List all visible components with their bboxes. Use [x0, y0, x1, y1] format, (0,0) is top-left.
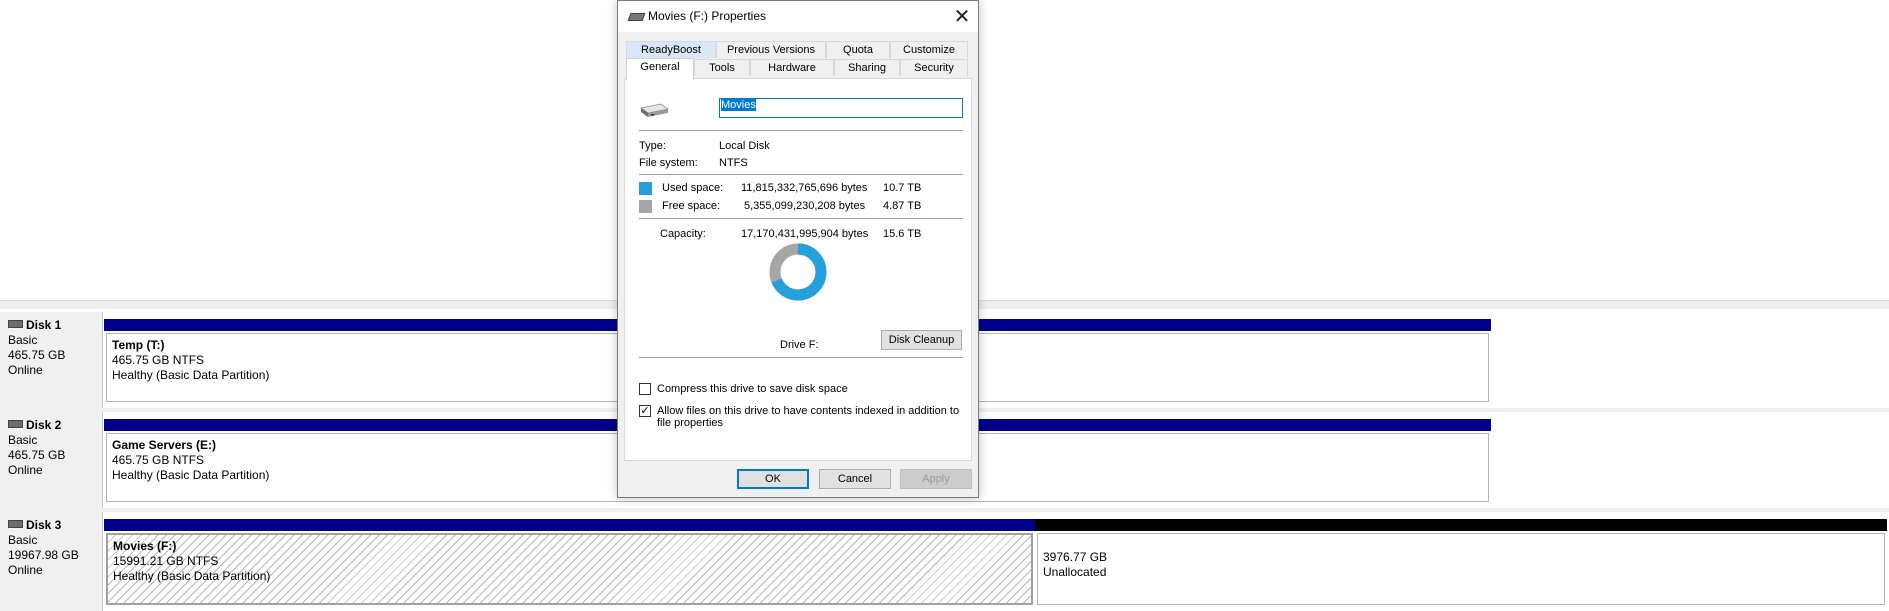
disk-icon [8, 419, 23, 428]
disk-label-1[interactable]: Disk 1 Basic 465.75 GB Online [0, 312, 103, 408]
apply-button[interactable]: Apply [900, 469, 972, 489]
used-space-size: 10.7 TB [883, 182, 922, 194]
disk-size: 465.75 GB [8, 448, 66, 462]
disk-type: Basic [8, 533, 38, 547]
dialog-titlebar[interactable]: Movies (F:) Properties ✕ [618, 1, 978, 32]
partition-title: Movies (F:) [113, 539, 177, 553]
local-disk-icon [640, 103, 669, 117]
disk-status: Online [8, 463, 43, 477]
cancel-button[interactable]: Cancel [819, 469, 891, 489]
properties-dialog: Movies (F:) Properties ✕ ReadyBoost Prev… [617, 0, 979, 498]
partition-movies[interactable]: Movies (F:) 15991.21 GB NTFS Healthy (Ba… [104, 519, 1035, 608]
tab-tools[interactable]: Tools [694, 59, 750, 76]
used-space-bytes: 11,815,332,765,696 bytes [741, 182, 868, 194]
disk-type: Basic [8, 333, 38, 347]
unallocated-size: 3976.77 GB [1043, 550, 1108, 564]
index-label-line-2: file properties [657, 417, 724, 429]
capacity-size: 15.6 TB [883, 228, 922, 240]
divider [639, 130, 963, 131]
filesystem-label: File system: [639, 157, 698, 169]
unallocated-body: 3976.77 GB Unallocated [1037, 533, 1885, 605]
partition-bar [104, 519, 1035, 531]
tab-previous-versions[interactable]: Previous Versions [716, 41, 826, 58]
index-label: Allow files on this drive to have conten… [657, 405, 959, 429]
tab-readyboost[interactable]: ReadyBoost [626, 41, 716, 58]
capacity-label: Capacity: [660, 228, 706, 240]
index-checkbox[interactable]: ✓ [639, 405, 651, 417]
disk-status: Online [8, 563, 43, 577]
tab-hardware[interactable]: Hardware [750, 59, 834, 76]
tab-customize[interactable]: Customize [890, 41, 968, 58]
drive-icon [627, 13, 646, 21]
compress-label: Compress this drive to save disk space [657, 383, 848, 395]
disk-status: Online [8, 363, 43, 377]
tab-security[interactable]: Security [900, 59, 968, 76]
disk-name: Disk 1 [26, 318, 62, 332]
disk-name: Disk 2 [26, 418, 62, 432]
filesystem-value: NTFS [719, 157, 748, 169]
unallocated-bar [1035, 519, 1887, 531]
disk-cleanup-button[interactable]: Disk Cleanup [881, 330, 962, 350]
disk-row-3: Disk 3 Basic 19967.98 GB Online Movies (… [0, 512, 1889, 611]
unallocated-label: Unallocated [1043, 565, 1107, 579]
type-label: Type: [639, 140, 666, 152]
usage-donut-chart [769, 243, 827, 301]
partition-health: Healthy (Basic Data Partition) [113, 569, 271, 583]
partition-size: 15991.21 GB NTFS [113, 554, 219, 568]
tab-sharing[interactable]: Sharing [834, 59, 900, 76]
dialog-title: Movies (F:) Properties [648, 9, 767, 23]
free-space-size: 4.87 TB [883, 200, 922, 212]
used-space-swatch [639, 182, 652, 195]
index-label-line-1: Allow files on this drive to have conten… [657, 405, 960, 417]
disk-name: Disk 3 [26, 518, 62, 532]
unallocated-space[interactable]: 3976.77 GB Unallocated [1035, 519, 1887, 608]
general-panel: Movies Type: Local Disk File system: NTF… [624, 78, 972, 461]
capacity-bytes: 17,170,431,995,904 bytes [741, 228, 869, 240]
disk-icon [8, 519, 23, 528]
divider [639, 174, 963, 175]
drive-label: Drive F: [780, 339, 819, 351]
checkmark-icon: ✓ [640, 405, 650, 417]
close-icon[interactable]: ✕ [946, 1, 978, 32]
divider [639, 357, 963, 358]
disk-size: 19967.98 GB [8, 548, 79, 562]
free-space-bytes: 5,355,099,230,208 bytes [744, 200, 866, 212]
tab-quota[interactable]: Quota [826, 41, 890, 58]
ok-button[interactable]: OK [737, 469, 809, 489]
volume-name-text: Movies [721, 99, 756, 111]
disk-icon [8, 319, 23, 328]
used-space-label: Used space: [662, 182, 724, 194]
divider [639, 218, 963, 219]
tab-general[interactable]: General [626, 58, 694, 80]
free-space-swatch [639, 200, 652, 213]
partition-body-selected: Movies (F:) 15991.21 GB NTFS Healthy (Ba… [106, 533, 1033, 605]
disk-label-2[interactable]: Disk 2 Basic 465.75 GB Online [0, 412, 103, 508]
free-space-label: Free space: [662, 200, 721, 212]
type-value: Local Disk [719, 140, 770, 152]
volume-name-input[interactable]: Movies [719, 98, 963, 118]
compress-checkbox[interactable] [639, 383, 651, 395]
disk-label-3[interactable]: Disk 3 Basic 19967.98 GB Online [0, 512, 103, 611]
disk-size: 465.75 GB [8, 348, 66, 362]
disk-type: Basic [8, 433, 38, 447]
